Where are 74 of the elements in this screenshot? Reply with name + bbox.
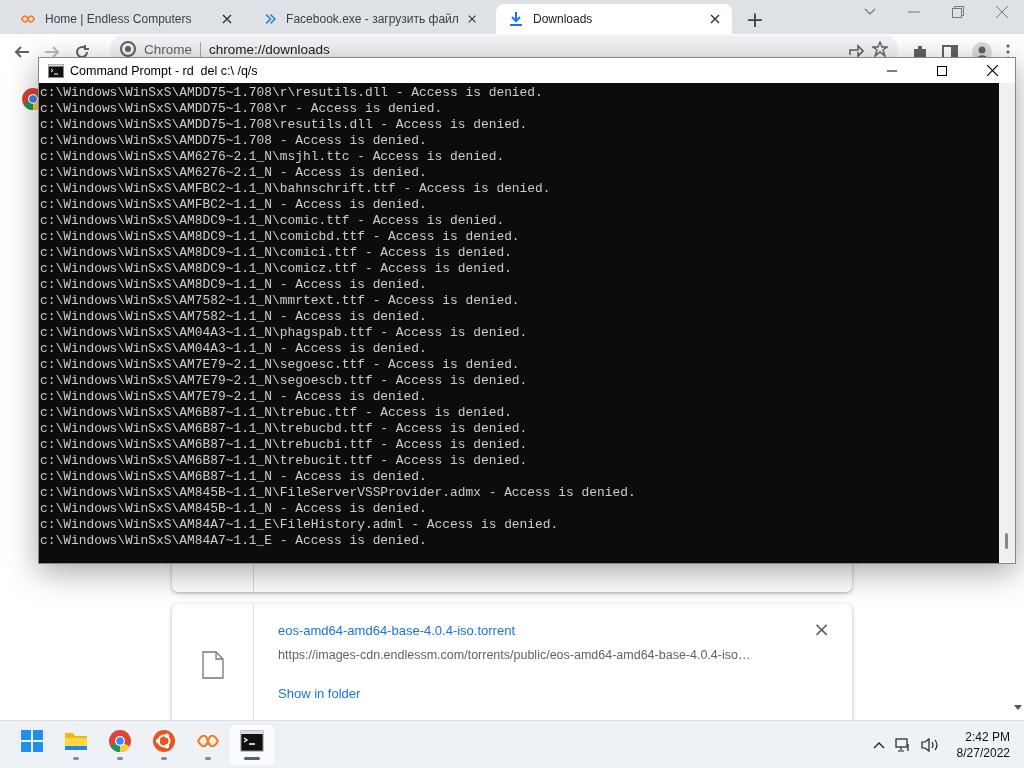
- console-line: c:\Windows\WinSxS\AMDD75~1.708 - Access is denied.: [40, 133, 428, 149]
- console-line: c:\Windows\WinSxS\AM8DC9~1.1_N\comicbd.ttf - Access is denied.: [40, 229, 521, 245]
- scroll-down-arrow-icon[interactable]: [1014, 705, 1022, 710]
- console-line: c:\Windows\WinSxS\AM6B87~1.1_N\trebuc.ttf - Access is denied.: [40, 405, 513, 421]
- file-icon: [201, 651, 224, 679]
- chrome-icon: [120, 41, 136, 57]
- chrome-icon: [108, 729, 132, 753]
- console-line: c:\Windows\WinSxS\AM6B87~1.1_N\trebucbi.ttf - Access is denied.: [40, 437, 529, 453]
- command-prompt-icon: [48, 63, 64, 78]
- side-panel-icon[interactable]: [942, 44, 958, 60]
- console-line: c:\Windows\WinSxS\AM7E79~2.1_N - Access is denied.: [40, 389, 428, 405]
- back-arrow-icon[interactable]: [14, 44, 30, 60]
- console-line: c:\Windows\WinSxS\AM84A7~1.1_E\FileHistory.adml - Access is denied.: [40, 517, 560, 533]
- restore-icon[interactable]: [952, 6, 964, 18]
- browser-tab[interactable]: Downloads: [496, 4, 732, 34]
- tab-title: Facebook.exe - загрузить файл: [286, 12, 459, 26]
- clock-time[interactable]: 2:42 PM: [965, 728, 1010, 745]
- url-text: chrome://downloads: [209, 41, 331, 57]
- taskbar-app[interactable]: [230, 724, 274, 765]
- command-prompt-icon: [240, 729, 264, 753]
- console-line: c:\Windows\WinSxS\AM04A3~1.1_N - Access is denied.: [40, 341, 428, 357]
- windows-start-icon: [20, 729, 44, 753]
- file-url: https://images-cdn.endlessm.com/torrents/public/eos-amd64-amd64-base-4.0.4-iso…: [278, 648, 751, 662]
- site-label: Chrome: [144, 41, 201, 57]
- console-line: c:\Windows\WinSxS\AM6B87~1.1_N - Access is denied.: [40, 469, 428, 485]
- network-icon[interactable]: [894, 736, 911, 753]
- console-line: c:\Windows\WinSxS\AM6276~2.1_N - Access is denied.: [40, 165, 428, 181]
- chevron-up-icon[interactable]: [872, 740, 885, 749]
- tab-search-icon[interactable]: [864, 8, 876, 16]
- browser-tab[interactable]: Facebook.exe - загрузить файл: [252, 4, 488, 34]
- scroll-thumb[interactable]: [1005, 533, 1008, 549]
- double-chevron-icon: [264, 11, 278, 27]
- console-line: c:\Windows\WinSxS\AM6B87~1.1_N\trebucbd.ttf - Access is denied.: [40, 421, 529, 437]
- console-line: c:\Windows\WinSxS\AM7582~1.1_N - Access is denied.: [40, 309, 428, 325]
- console-line: c:\Windows\WinSxS\AM845B~1.1_N - Access is denied.: [40, 501, 428, 517]
- console-line: c:\Windows\WinSxS\AM6B87~1.1_N\trebucit.ttf - Access is denied.: [40, 453, 529, 469]
- browser-tab[interactable]: Home | Endless Computers: [8, 4, 244, 34]
- console-line: c:\Windows\WinSxS\AMFBC2~1.1_N\bahnschrift.ttf - Access is denied.: [40, 181, 552, 197]
- close-icon[interactable]: [467, 14, 476, 24]
- console-line: c:\Windows\WinSxS\AM8DC9~1.1_N\comic.ttf - Access is denied.: [40, 213, 506, 229]
- share-icon[interactable]: [848, 41, 864, 57]
- close-icon[interactable]: [987, 65, 998, 76]
- console-line: c:\Windows\WinSxS\AM8DC9~1.1_N - Access is denied.: [40, 277, 428, 293]
- console-line: c:\Windows\WinSxS\AMDD75~1.708\r\resutils.dll - Access is denied.: [40, 85, 544, 101]
- tab-title: Home | Endless Computers: [45, 12, 193, 26]
- console-line: c:\Windows\WinSxS\AM8DC9~1.1_N\comicz.ttf - Access is denied.: [40, 261, 513, 277]
- console-line: c:\Windows\WinSxS\AMFBC2~1.1_N - Access is denied.: [40, 197, 428, 213]
- show-in-folder-link[interactable]: Show in folder: [278, 686, 361, 701]
- speaker-icon[interactable]: [920, 736, 939, 753]
- console-line: c:\Windows\WinSxS\AMDD75~1.708\resutils.dll - Access is denied.: [40, 117, 529, 133]
- new-tab-button[interactable]: +: [740, 4, 770, 34]
- console-line: c:\Windows\WinSxS\AM7582~1.1_N\mmrtext.ttf - Access is denied.: [40, 293, 521, 309]
- close-icon[interactable]: [222, 14, 232, 24]
- file-name-link[interactable]: eos-amd64-amd64-base-4.0.4-iso.torrent: [278, 622, 515, 640]
- window-title: Command Prompt - rd del c:\ /q/s: [70, 63, 258, 78]
- reload-icon[interactable]: [74, 44, 90, 60]
- close-icon[interactable]: [710, 14, 720, 24]
- console-line: c:\Windows\WinSxS\AM04A3~1.1_N\phagspab.ttf - Access is denied.: [40, 325, 529, 341]
- forward-arrow-icon[interactable]: [44, 44, 60, 60]
- download-icon: [508, 11, 524, 27]
- console-line: c:\Windows\WinSxS\AM8DC9~1.1_N\comici.ttf - Access is denied.: [40, 245, 513, 261]
- star-icon[interactable]: [872, 41, 888, 57]
- console-line: c:\Windows\WinSxS\AM845B~1.1_N\FileServerVSSProvider.admx - Access is denied.: [40, 485, 637, 501]
- remove-button[interactable]: ×: [809, 618, 834, 640]
- puzzle-icon[interactable]: [912, 44, 928, 60]
- tab-title: Downloads: [533, 12, 594, 26]
- ubuntu-icon: [152, 729, 176, 753]
- console-line: c:\Windows\WinSxS\AMDD75~1.708\r - Access is denied.: [40, 101, 444, 117]
- console-line: c:\Windows\WinSxS\AM6276~2.1_N\msjhl.ttc - Access is denied.: [40, 149, 506, 165]
- console-line: c:\Windows\WinSxS\AM7E79~2.1_N\segoesc.ttf - Access is denied.: [40, 357, 521, 373]
- console-line: c:\Windows\WinSxS\AM7E79~2.1_N\segoescb.ttf - Access is denied.: [40, 373, 529, 389]
- maximize-icon[interactable]: [937, 65, 947, 76]
- console-line: c:\Windows\WinSxS\AM84A7~1.1_E - Access is denied.: [40, 533, 428, 549]
- clock-date[interactable]: 8/27/2022: [956, 744, 1010, 761]
